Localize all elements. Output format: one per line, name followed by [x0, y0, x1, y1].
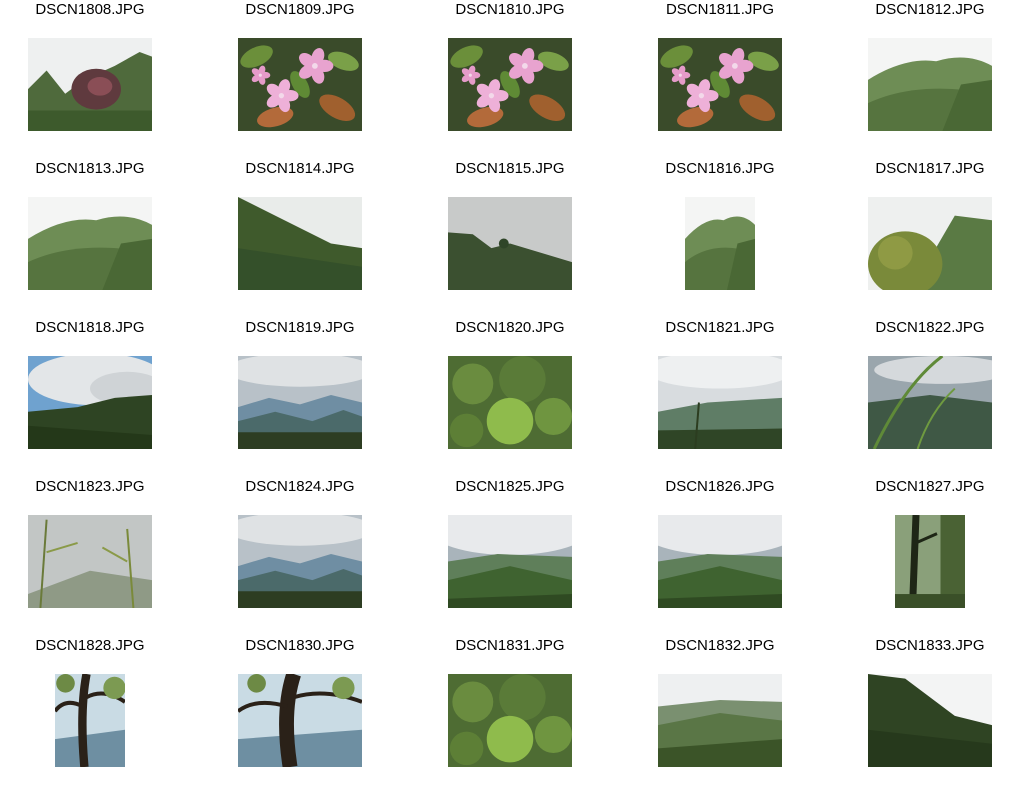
- thumbnail-item[interactable]: DSCN1818.JPG: [0, 319, 210, 478]
- thumbnail-filename: DSCN1818.JPG: [35, 319, 145, 336]
- thumbnail-image[interactable]: [868, 38, 992, 131]
- thumbnail-item[interactable]: DSCN1815.JPG: [420, 160, 630, 319]
- thumbnail-image[interactable]: [448, 515, 572, 608]
- thumbnail-filename: DSCN1832.JPG: [665, 637, 775, 654]
- thumbnail-filename: DSCN1823.JPG: [35, 478, 145, 495]
- thumbnail-item[interactable]: DSCN1830.JPG: [210, 637, 420, 796]
- thumbnail-image[interactable]: [448, 197, 572, 290]
- thumbnail-filename: DSCN1814.JPG: [245, 160, 355, 177]
- thumbnail-image[interactable]: [238, 38, 362, 131]
- thumbnail-filename: DSCN1825.JPG: [455, 478, 565, 495]
- thumbnail-filename: DSCN1826.JPG: [665, 478, 775, 495]
- thumbnail-filename: DSCN1813.JPG: [35, 160, 145, 177]
- thumbnail-image[interactable]: [658, 38, 782, 131]
- thumbnail-filename: DSCN1809.JPG: [245, 1, 355, 18]
- thumbnail-item[interactable]: DSCN1832.JPG: [630, 637, 840, 796]
- thumbnail-image[interactable]: [55, 674, 125, 767]
- thumbnail-filename: DSCN1811.JPG: [665, 1, 775, 18]
- thumbnail-filename: DSCN1827.JPG: [875, 478, 985, 495]
- thumbnail-item[interactable]: DSCN1833.JPG: [840, 637, 1024, 796]
- thumbnail-item[interactable]: DSCN1831.JPG: [420, 637, 630, 796]
- thumbnail-gallery: DSCN1808.JPG DSCN1809.JPG DSCN1810.JPG D…: [0, 0, 1024, 768]
- thumbnail-image[interactable]: [868, 197, 992, 290]
- thumbnail-image[interactable]: [658, 515, 782, 608]
- thumbnail-item[interactable]: DSCN1814.JPG: [210, 160, 420, 319]
- thumbnail-item[interactable]: DSCN1810.JPG: [420, 1, 630, 160]
- thumbnail-image[interactable]: [28, 515, 152, 608]
- thumbnail-filename: DSCN1833.JPG: [875, 637, 985, 654]
- thumbnail-image[interactable]: [238, 674, 362, 767]
- thumbnail-filename: DSCN1820.JPG: [455, 319, 565, 336]
- thumbnail-image[interactable]: [868, 356, 992, 449]
- thumbnail-item[interactable]: DSCN1808.JPG: [0, 1, 210, 160]
- thumbnail-item[interactable]: DSCN1816.JPG: [630, 160, 840, 319]
- thumbnail-item[interactable]: DSCN1809.JPG: [210, 1, 420, 160]
- thumbnail-image[interactable]: [448, 38, 572, 131]
- thumbnail-image[interactable]: [28, 38, 152, 131]
- thumbnail-filename: DSCN1812.JPG: [875, 1, 985, 18]
- thumbnail-item[interactable]: DSCN1828.JPG: [0, 637, 210, 796]
- thumbnail-item[interactable]: DSCN1822.JPG: [840, 319, 1024, 478]
- thumbnail-filename: DSCN1831.JPG: [455, 637, 565, 654]
- thumbnail-image[interactable]: [238, 197, 362, 290]
- thumbnail-item[interactable]: DSCN1821.JPG: [630, 319, 840, 478]
- thumbnail-image[interactable]: [28, 356, 152, 449]
- thumbnail-filename: DSCN1822.JPG: [875, 319, 985, 336]
- thumbnail-filename: DSCN1828.JPG: [35, 637, 145, 654]
- thumbnail-item[interactable]: DSCN1811.JPG: [630, 1, 840, 160]
- thumbnail-filename: DSCN1816.JPG: [665, 160, 775, 177]
- thumbnail-item[interactable]: DSCN1826.JPG: [630, 478, 840, 637]
- thumbnail-filename: DSCN1819.JPG: [245, 319, 355, 336]
- thumbnail-item[interactable]: DSCN1812.JPG: [840, 1, 1024, 160]
- thumbnail-item[interactable]: DSCN1819.JPG: [210, 319, 420, 478]
- thumbnail-image[interactable]: [895, 515, 965, 608]
- thumbnail-image[interactable]: [658, 674, 782, 767]
- thumbnail-image[interactable]: [238, 515, 362, 608]
- thumbnail-item[interactable]: DSCN1823.JPG: [0, 478, 210, 637]
- thumbnail-filename: DSCN1815.JPG: [455, 160, 565, 177]
- thumbnail-image[interactable]: [28, 197, 152, 290]
- thumbnail-image[interactable]: [658, 356, 782, 449]
- thumbnail-filename: DSCN1817.JPG: [875, 160, 985, 177]
- thumbnail-filename: DSCN1824.JPG: [245, 478, 355, 495]
- thumbnail-image[interactable]: [448, 674, 572, 767]
- thumbnail-item[interactable]: DSCN1825.JPG: [420, 478, 630, 637]
- thumbnail-image[interactable]: [238, 356, 362, 449]
- thumbnail-item[interactable]: DSCN1820.JPG: [420, 319, 630, 478]
- thumbnail-item[interactable]: DSCN1817.JPG: [840, 160, 1024, 319]
- thumbnail-image[interactable]: [448, 356, 572, 449]
- thumbnail-image[interactable]: [685, 197, 755, 290]
- thumbnail-filename: DSCN1808.JPG: [35, 1, 145, 18]
- thumbnail-filename: DSCN1830.JPG: [245, 637, 355, 654]
- thumbnail-filename: DSCN1821.JPG: [665, 319, 775, 336]
- thumbnail-item[interactable]: DSCN1813.JPG: [0, 160, 210, 319]
- thumbnail-filename: DSCN1810.JPG: [455, 1, 565, 18]
- thumbnail-item[interactable]: DSCN1827.JPG: [840, 478, 1024, 637]
- thumbnail-item[interactable]: DSCN1824.JPG: [210, 478, 420, 637]
- thumbnail-image[interactable]: [868, 674, 992, 767]
